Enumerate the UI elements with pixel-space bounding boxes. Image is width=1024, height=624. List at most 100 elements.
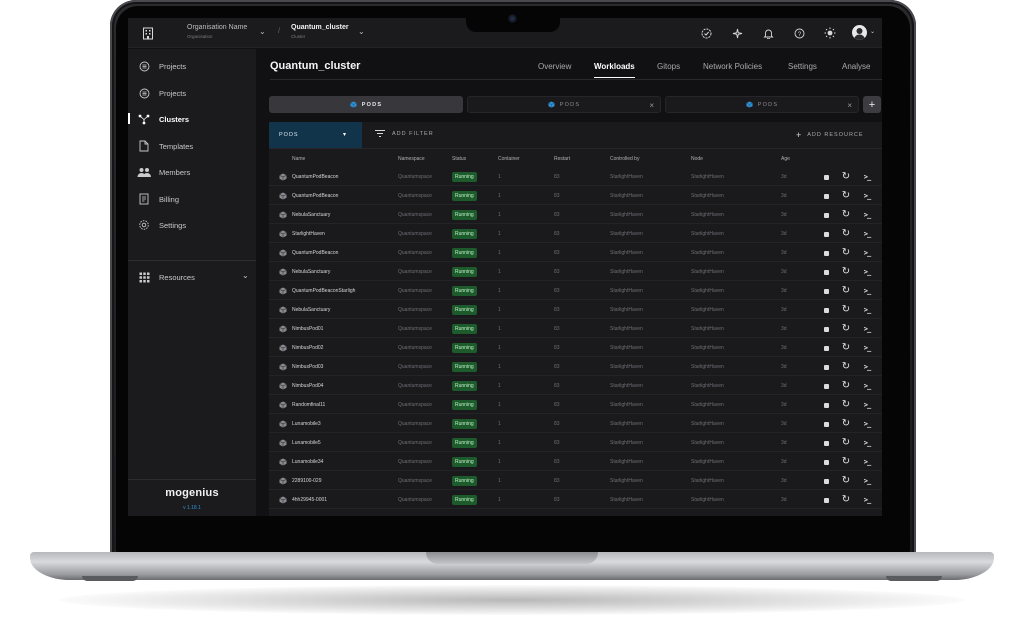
sidebar-item-resources[interactable]: Resources ⌄ [128, 267, 256, 287]
terminal-icon[interactable]: >_ [859, 191, 875, 201]
stop-icon[interactable] [822, 305, 830, 315]
table-row[interactable]: NimbusPod02 Quantumspace Running 1 83 Starlig… [269, 339, 882, 357]
cell-name[interactable]: NimbusPod04 [292, 383, 323, 389]
restart-icon[interactable]: ↻ [840, 324, 852, 334]
cell-name[interactable]: NimbusPod03 [292, 364, 323, 370]
sidebar-item-projects[interactable]: Projects [128, 83, 256, 103]
stop-icon[interactable] [822, 495, 830, 505]
terminal-icon[interactable]: >_ [859, 229, 875, 239]
restart-icon[interactable]: ↻ [840, 305, 852, 315]
restart-icon[interactable]: ↻ [840, 172, 852, 182]
table-row[interactable]: NebulaSanctuary Quantumspace Running 1 83 Sta… [269, 263, 882, 281]
avatar[interactable] [852, 25, 867, 40]
restart-icon[interactable]: ↻ [840, 476, 852, 486]
organisation-name[interactable]: Organisation Name [187, 24, 247, 31]
column-header-controlled-by[interactable]: Controlled by [610, 156, 639, 162]
table-row[interactable]: StarlightHaven Quantumspace Running 1 83 Star… [269, 225, 882, 243]
terminal-icon[interactable]: >_ [859, 495, 875, 505]
table-row[interactable]: QuantumPodBeacon Quantumspace Running 1 83 St… [269, 244, 882, 262]
stop-icon[interactable] [822, 381, 830, 391]
table-row[interactable]: NebulaSanctuary Quantumspace Running 1 83 Sta… [269, 301, 882, 319]
stop-icon[interactable] [822, 191, 830, 201]
close-icon[interactable]: × [847, 101, 852, 110]
cell-name[interactable]: NebulaSanctuary [292, 269, 330, 275]
terminal-icon[interactable]: >_ [859, 476, 875, 486]
sidebar-item-billing[interactable]: Billing [128, 189, 256, 209]
chevron-down-icon[interactable]: ⌄ [242, 271, 249, 280]
status-check-icon[interactable] [699, 26, 713, 40]
add-tab-button[interactable]: + [863, 96, 881, 113]
restart-icon[interactable]: ↻ [840, 362, 852, 372]
restart-icon[interactable]: ↻ [840, 438, 852, 448]
stop-icon[interactable] [822, 457, 830, 467]
terminal-icon[interactable]: >_ [859, 419, 875, 429]
resource-type-select[interactable]: PODS ▾ [269, 122, 362, 148]
column-header-restart[interactable]: Restart [554, 156, 570, 162]
organisation-building-icon[interactable] [140, 25, 156, 41]
cell-name[interactable]: NebulaSanctuary [292, 307, 330, 313]
tab-settings[interactable]: Settings [788, 62, 817, 71]
restart-icon[interactable]: ↻ [840, 381, 852, 391]
table-row[interactable]: Randomfinal11 Quantumspace Running 1 83 Starl… [269, 396, 882, 414]
chevron-down-icon[interactable]: ⌄ [259, 27, 266, 36]
stop-icon[interactable] [822, 362, 830, 372]
close-icon[interactable]: × [649, 101, 654, 110]
terminal-icon[interactable]: >_ [859, 248, 875, 258]
table-row[interactable]: Lunamobile5 Quantumspace Running 1 83 Starlig… [269, 434, 882, 452]
terminal-icon[interactable]: >_ [859, 438, 875, 448]
stop-icon[interactable] [822, 172, 830, 182]
table-row[interactable]: NimbusPod04 Quantumspace Running 1 83 Starlig… [269, 377, 882, 395]
stop-icon[interactable] [822, 267, 830, 277]
table-row[interactable]: NimbusPod03 Quantumspace Running 1 83 Starlig… [269, 358, 882, 376]
stop-icon[interactable] [822, 210, 830, 220]
tab-overview[interactable]: Overview [538, 62, 571, 71]
restart-icon[interactable]: ↻ [840, 286, 852, 296]
cell-name[interactable]: QuantumPodBeaconStarligh [292, 288, 355, 294]
cell-name[interactable]: Randomfinal11 [292, 402, 325, 408]
terminal-icon[interactable]: >_ [859, 286, 875, 296]
cell-name[interactable]: Lunamobile5 [292, 440, 321, 446]
chevron-down-icon[interactable]: ⌄ [870, 28, 875, 35]
pod-tab[interactable]: PODS × [665, 96, 859, 113]
chevron-down-icon[interactable]: ⌄ [358, 27, 365, 36]
stop-icon[interactable] [822, 286, 830, 296]
stop-icon[interactable] [822, 476, 830, 486]
terminal-icon[interactable]: >_ [859, 362, 875, 372]
cell-name[interactable]: NebulaSanctuary [292, 212, 330, 218]
terminal-icon[interactable]: >_ [859, 457, 875, 467]
restart-icon[interactable]: ↻ [840, 419, 852, 429]
cell-name[interactable]: Lunamobile34 [292, 459, 323, 465]
terminal-icon[interactable]: >_ [859, 381, 875, 391]
stop-icon[interactable] [822, 248, 830, 258]
table-row[interactable]: NimbusPod01 Quantumspace Running 1 83 Starlig… [269, 320, 882, 338]
sidebar-item-projects[interactable]: Projects [128, 56, 256, 76]
column-header-container[interactable]: Container [498, 156, 520, 162]
tab-gitops[interactable]: Gitops [657, 62, 680, 71]
tab-workloads[interactable]: Workloads [594, 62, 635, 78]
stop-icon[interactable] [822, 343, 830, 353]
terminal-icon[interactable]: >_ [859, 343, 875, 353]
column-header-age[interactable]: Age [781, 156, 790, 162]
cell-name[interactable]: QuantumPodBeacon [292, 193, 338, 199]
restart-icon[interactable]: ↻ [840, 400, 852, 410]
help-icon[interactable]: ? [792, 26, 806, 40]
stop-icon[interactable] [822, 419, 830, 429]
table-row[interactable]: 4hh29945-0001 Quantumspace Running 1 83 Starl… [269, 491, 882, 509]
cluster-name[interactable]: Quantum_cluster [291, 24, 349, 31]
column-header-status[interactable]: Status [452, 156, 466, 162]
table-row[interactable]: NebulaSanctuary Quantumspace Running 1 83 Sta… [269, 206, 882, 224]
restart-icon[interactable]: ↻ [840, 191, 852, 201]
cell-name[interactable]: NimbusPod02 [292, 345, 323, 351]
tab-network-policies[interactable]: Network Policies [703, 62, 762, 71]
table-row[interactable]: 2289100-029 Quantumspace Running 1 83 Starlig… [269, 472, 882, 490]
restart-icon[interactable]: ↻ [840, 210, 852, 220]
cell-name[interactable]: StarlightHaven [292, 231, 325, 237]
column-header-node[interactable]: Node [691, 156, 703, 162]
cell-name[interactable]: QuantumPodBeacon [292, 250, 338, 256]
sidebar-item-members[interactable]: Members [128, 162, 256, 182]
restart-icon[interactable]: ↻ [840, 495, 852, 505]
sparkle-icon[interactable] [730, 26, 744, 40]
sidebar-item-clusters[interactable]: Clusters [128, 109, 256, 129]
table-row[interactable]: QuantumPodBeacon Quantumspace Running 1 83 St… [269, 168, 882, 186]
bell-icon[interactable] [761, 26, 775, 40]
